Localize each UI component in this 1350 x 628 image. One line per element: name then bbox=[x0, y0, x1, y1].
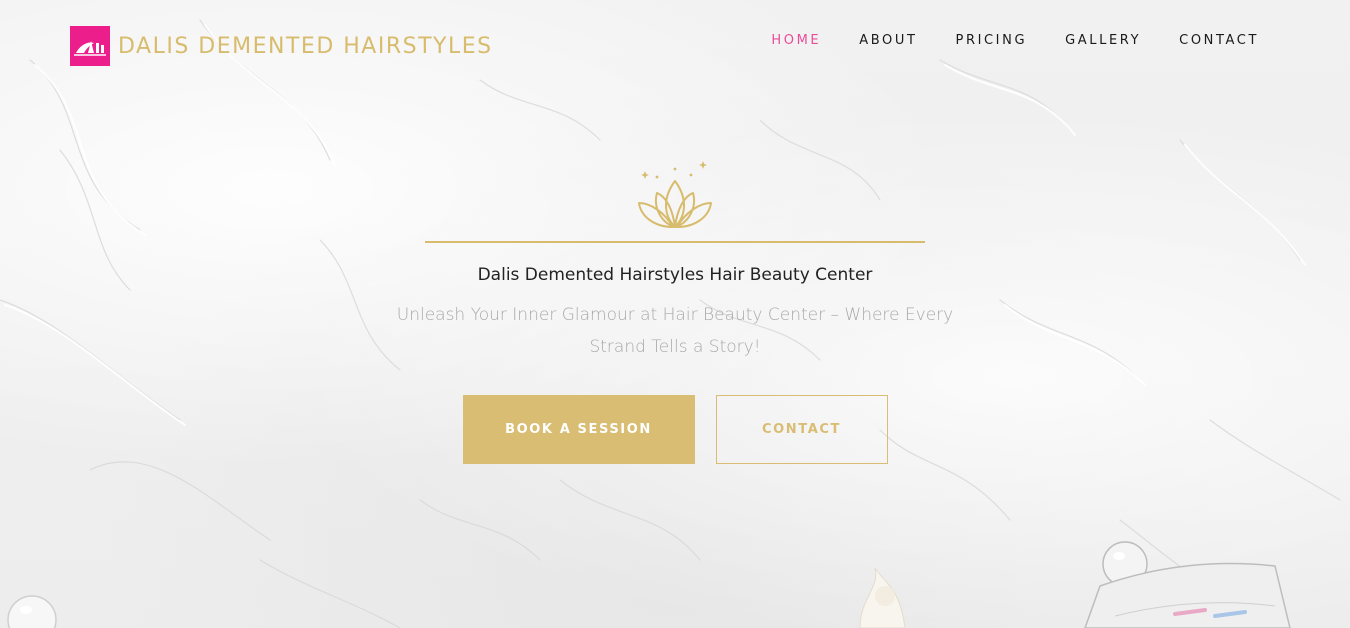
brand-mark-glyph bbox=[74, 41, 106, 56]
hero-title: Dalis Demented Hairstyles Hair Beauty Ce… bbox=[477, 265, 873, 285]
ribbon-decoration-icon bbox=[859, 567, 906, 628]
nav-item-home[interactable]: HOME bbox=[771, 33, 821, 48]
hero-divider bbox=[425, 241, 925, 243]
brand-name: DALIS DEMENTED HAIRSTYLES bbox=[118, 33, 493, 59]
hero-section: Dalis Demented Hairstyles Hair Beauty Ce… bbox=[0, 155, 1350, 464]
site-header: DALIS DEMENTED HAIRSTYLES HOME ABOUT PRI… bbox=[0, 0, 1350, 90]
hero-subtitle: Unleash Your Inner Glamour at Hair Beaut… bbox=[396, 305, 954, 357]
nav-item-about[interactable]: ABOUT bbox=[859, 33, 917, 48]
lotus-icon bbox=[638, 161, 712, 228]
brand-logo-link[interactable]: DALIS DEMENTED HAIRSTYLES bbox=[70, 26, 493, 66]
nav-item-pricing[interactable]: PRICING bbox=[956, 33, 1028, 48]
hero-actions: BOOK A SESSION CONTACT bbox=[0, 395, 1350, 464]
glass-jar-icon bbox=[1084, 541, 1291, 628]
brand-logo-icon bbox=[70, 26, 110, 66]
nav-item-contact[interactable]: CONTACT bbox=[1179, 33, 1259, 48]
glass-ball-left-icon bbox=[7, 595, 57, 628]
contact-button[interactable]: CONTACT bbox=[715, 395, 888, 464]
main-nav: HOME ABOUT PRICING GALLERY CONTACT bbox=[733, 33, 1259, 48]
book-session-button[interactable]: BOOK A SESSION bbox=[462, 395, 695, 464]
nav-item-gallery[interactable]: GALLERY bbox=[1065, 33, 1141, 48]
